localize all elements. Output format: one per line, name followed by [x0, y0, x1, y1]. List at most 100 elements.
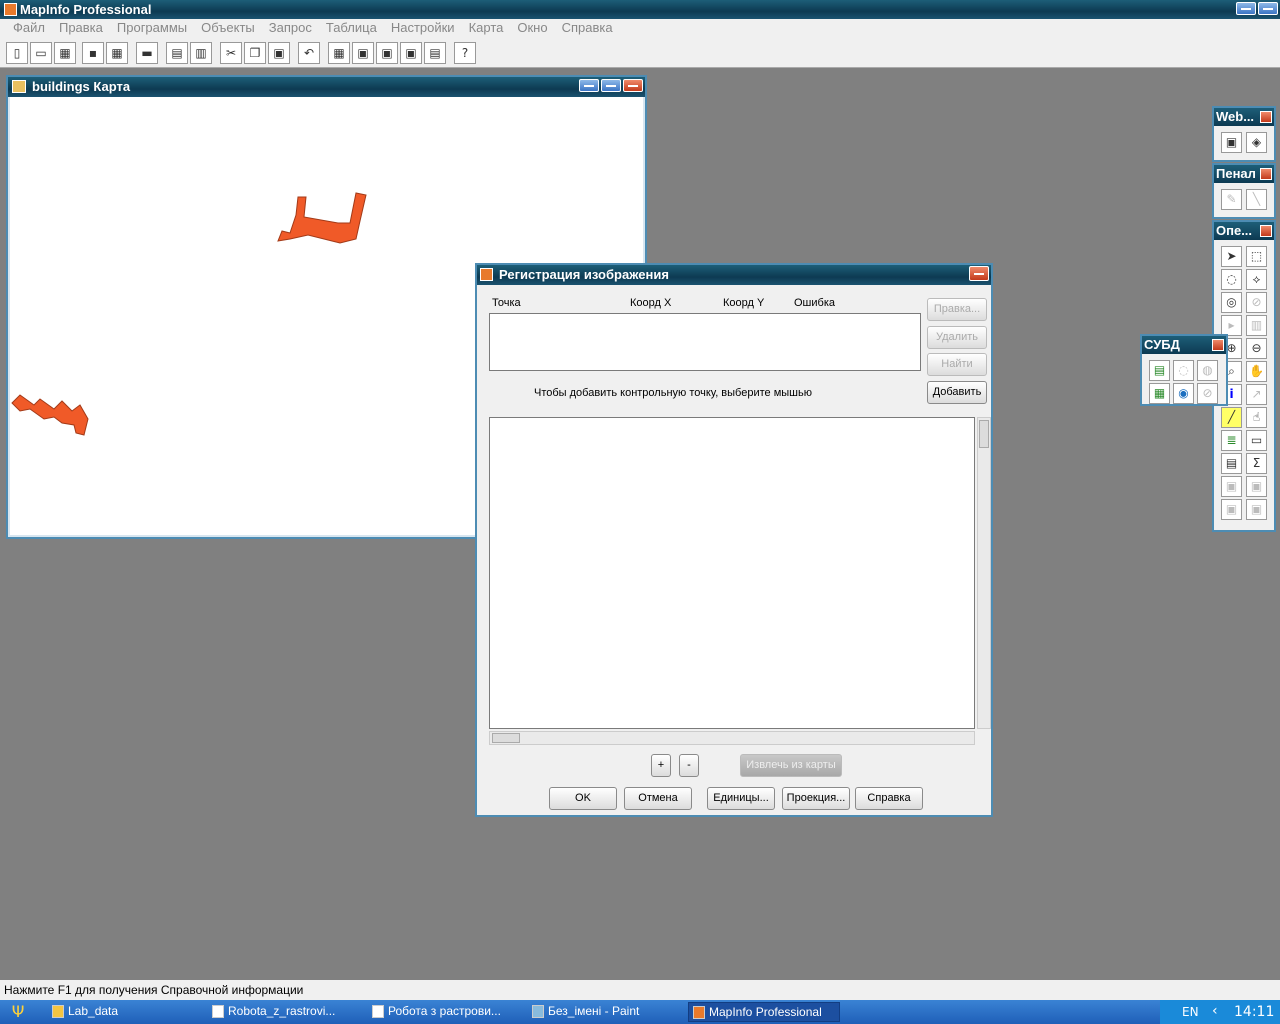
paste-icon[interactable]: ▣	[268, 42, 290, 64]
scale-bar-icon[interactable]: ▭	[1246, 430, 1267, 451]
save-icon[interactable]: ▪	[82, 42, 104, 64]
unselect-icon[interactable]: ⊘	[1246, 292, 1267, 313]
task-paint[interactable]: Без_імені - Paint	[528, 1002, 680, 1022]
grabber-hand-icon[interactable]: ✋	[1246, 361, 1267, 382]
layer-control-icon[interactable]: ≣	[1221, 430, 1242, 451]
image-preview[interactable]	[489, 417, 975, 729]
open-icon[interactable]: ▭	[30, 42, 52, 64]
symbol-icon[interactable]: ✎	[1221, 189, 1242, 210]
menu-query[interactable]: Запрос	[262, 19, 319, 38]
web-palette-close[interactable]	[1260, 111, 1272, 123]
new-layout-icon[interactable]: ▣	[400, 42, 422, 64]
menu-objects[interactable]: Объекты	[194, 19, 262, 38]
cut-icon[interactable]: ✂	[220, 42, 242, 64]
polygon-select-icon[interactable]: ⟡	[1246, 269, 1267, 290]
menu-programs[interactable]: Программы	[110, 19, 194, 38]
menu-table[interactable]: Таблица	[319, 19, 384, 38]
building-shape[interactable]	[277, 192, 367, 244]
dbms-disconnect-icon[interactable]: ◌	[1173, 360, 1194, 381]
minimize-button[interactable]	[1236, 2, 1256, 15]
hotlink-icon[interactable]: ↗	[1246, 384, 1267, 405]
building-shape[interactable]	[11, 394, 89, 436]
save-workspace-icon[interactable]: ▦	[106, 42, 128, 64]
task-lab-data[interactable]: Lab_data	[48, 1002, 200, 1022]
cancel-button[interactable]: Отмена	[624, 787, 692, 810]
open-workspace-icon[interactable]: ▦	[54, 42, 76, 64]
dbms-unlink-icon[interactable]: ⊘	[1197, 383, 1218, 404]
radius-select-icon[interactable]: ◌	[1221, 269, 1242, 290]
menu-help[interactable]: Справка	[555, 19, 620, 38]
dialog-close-button[interactable]	[969, 266, 989, 281]
task-mapinfo[interactable]: MapInfo Professional	[688, 1002, 840, 1022]
units-button[interactable]: Единицы...	[707, 787, 775, 810]
ruler-icon[interactable]: ╱	[1221, 407, 1242, 428]
drawing-palette-close[interactable]	[1260, 168, 1272, 180]
map-minimize-button[interactable]	[579, 79, 599, 92]
drag-window-icon[interactable]: ☝	[1246, 407, 1267, 428]
line-icon[interactable]: ╲	[1246, 189, 1267, 210]
menu-map[interactable]: Карта	[462, 19, 511, 38]
dbms-globe-icon[interactable]: ◉	[1173, 383, 1194, 404]
menu-window[interactable]: Окно	[510, 19, 554, 38]
folder-icon[interactable]: ▬	[136, 42, 158, 64]
control-points-list[interactable]	[489, 313, 921, 371]
zoom-in-button[interactable]: +	[651, 754, 671, 777]
new-icon[interactable]: ▯	[6, 42, 28, 64]
task-word-doc-1[interactable]: Robota_z_rastrovi...	[208, 1002, 360, 1022]
status-text: Нажмите F1 для получения Справочной инфо…	[4, 983, 304, 997]
edit-point-button[interactable]: Правка...	[927, 298, 987, 321]
help-button[interactable]: Справка	[855, 787, 923, 810]
ok-button[interactable]: OK	[549, 787, 617, 810]
select-arrow-icon[interactable]: ➤	[1221, 246, 1242, 267]
operations-palette-close[interactable]	[1260, 225, 1272, 237]
marquee-select-icon[interactable]: ⬚	[1246, 246, 1267, 267]
image-registration-dialog: Регистрация изображения Точка Коорд X Ко…	[475, 263, 993, 817]
label-icon[interactable]: ▥	[1246, 315, 1267, 336]
clock: 14:11	[1234, 1004, 1275, 1020]
undo-icon[interactable]: ↶	[298, 42, 320, 64]
copy-icon[interactable]: ❐	[244, 42, 266, 64]
task-word-doc-2[interactable]: Робота з растрови...	[368, 1002, 520, 1022]
map-maximize-button[interactable]	[601, 79, 621, 92]
find-point-button[interactable]: Найти	[927, 353, 987, 376]
clip-region-icon[interactable]: ▣	[1221, 476, 1242, 497]
menu-file[interactable]: Файл	[6, 19, 52, 38]
vertical-scrollbar[interactable]	[977, 417, 991, 729]
menu-settings[interactable]: Настройки	[384, 19, 462, 38]
open-dbms-icon[interactable]: ▤	[1149, 360, 1170, 381]
map-close-button[interactable]	[623, 79, 643, 92]
help-icon[interactable]: ?	[454, 42, 476, 64]
dbms-palette-close[interactable]	[1212, 339, 1224, 351]
horizontal-scrollbar[interactable]	[489, 731, 975, 745]
new-browser-icon[interactable]: ▦	[328, 42, 350, 64]
tray-chevron-icon[interactable]: ‹	[1212, 1003, 1218, 1019]
maximize-button[interactable]	[1258, 2, 1278, 15]
web-get-map-icon[interactable]: ▣	[1221, 132, 1242, 153]
legend-icon[interactable]: ▤	[1221, 453, 1242, 474]
new-mapper-icon[interactable]: ▣	[352, 42, 374, 64]
delete-point-button[interactable]: Удалить	[927, 326, 987, 349]
dbms-refresh-icon[interactable]: ◍	[1197, 360, 1218, 381]
create-thematic-icon[interactable]: ▣	[1221, 499, 1242, 520]
new-grapher-icon[interactable]: ▣	[376, 42, 398, 64]
graph-select-icon[interactable]: ▸	[1221, 315, 1242, 336]
extract-from-map-button[interactable]: Извлечь из карты	[740, 754, 842, 777]
dbms-table-icon[interactable]: ▦	[1149, 383, 1170, 404]
start-icon[interactable]: Ψ	[4, 1002, 32, 1022]
boundary-select-icon[interactable]: ◎	[1221, 292, 1242, 313]
set-target-icon[interactable]: ▣	[1246, 476, 1267, 497]
add-point-button[interactable]: Добавить	[927, 381, 987, 404]
dbms-palette: СУБД ▤ ◌ ◍ ▦ ◉ ⊘	[1140, 334, 1228, 406]
new-redistrict-icon[interactable]: ▤	[424, 42, 446, 64]
web-services-icon[interactable]: ◈	[1246, 132, 1267, 153]
col-coord-x: Коорд X	[630, 297, 672, 309]
language-indicator[interactable]: EN	[1182, 1005, 1199, 1019]
menu-edit[interactable]: Правка	[52, 19, 110, 38]
north-arrow-icon[interactable]: ▣	[1246, 499, 1267, 520]
statistics-icon[interactable]: Σ	[1246, 453, 1267, 474]
zoom-out-button[interactable]: -	[679, 754, 699, 777]
print-icon[interactable]: ▥	[190, 42, 212, 64]
print-preview-icon[interactable]: ▤	[166, 42, 188, 64]
projection-button[interactable]: Проекция...	[782, 787, 850, 810]
zoom-out-icon[interactable]: ⊖	[1246, 338, 1267, 359]
